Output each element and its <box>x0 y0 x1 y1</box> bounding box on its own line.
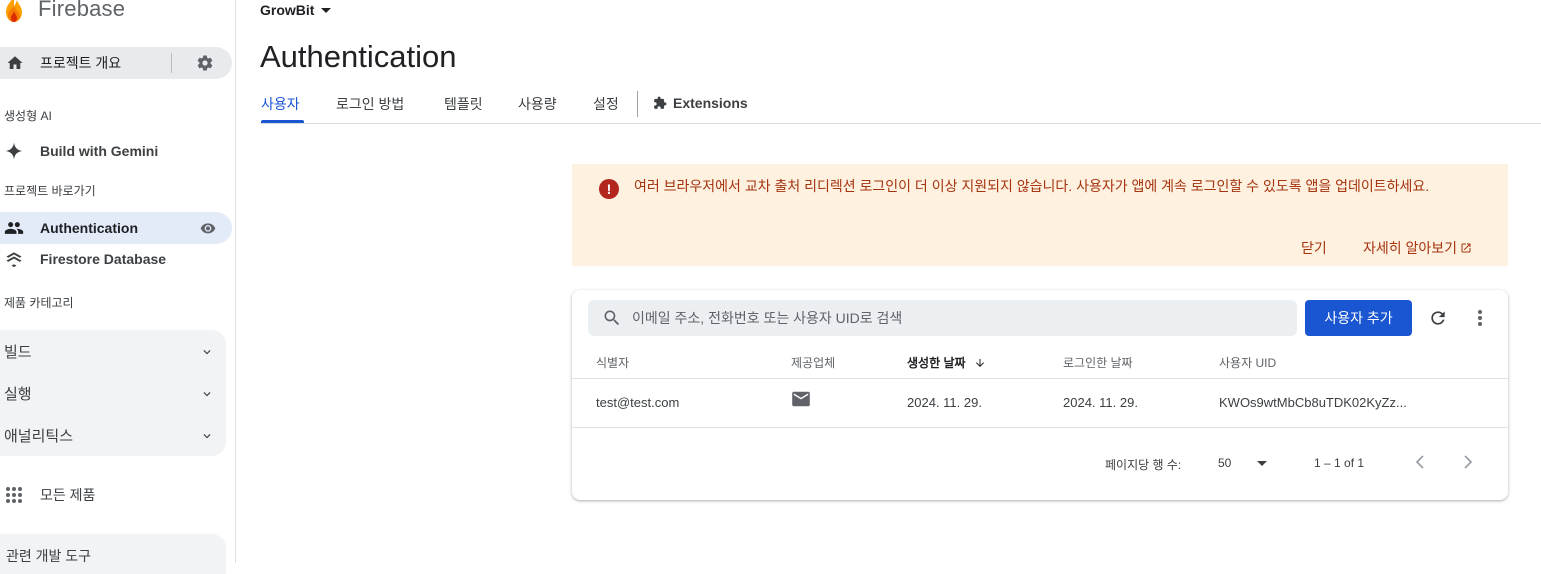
rows-per-page-label: 페이지당 행 수: <box>1105 458 1182 472</box>
section-label-shortcuts: 프로젝트 바로가기 <box>4 184 96 198</box>
banner-close-button[interactable]: 닫기 <box>1301 238 1327 258</box>
banner-learn-more-link[interactable]: 자세히 알아보기 <box>1363 238 1472 258</box>
column-header-created-label: 생성한 날짜 <box>907 356 966 370</box>
tab-usage[interactable]: 사용량 <box>518 94 557 114</box>
table-row-divider <box>572 427 1508 428</box>
dev-tools-section[interactable]: 관련 개발 도구 <box>0 534 226 574</box>
search-bar[interactable] <box>588 300 1297 336</box>
tab-divider <box>637 91 638 117</box>
rows-per-page-select[interactable]: 50 <box>1218 456 1268 470</box>
mail-icon <box>792 391 810 407</box>
tab-settings[interactable]: 설정 <box>593 94 619 114</box>
project-name: GrowBit <box>260 2 315 18</box>
tab-users[interactable]: 사용자 <box>261 94 300 114</box>
sidebar-item-label: Authentication <box>40 220 138 236</box>
dev-tools-label: 관련 개발 도구 <box>6 548 92 564</box>
caret-down-icon <box>1257 460 1268 466</box>
project-overview-item[interactable]: 프로젝트 개요 <box>0 47 232 79</box>
sidebar-item-build-with-gemini[interactable]: Build with Gemini <box>0 135 232 167</box>
all-products-item[interactable]: 모든 제품 <box>0 480 95 510</box>
all-products-label: 모든 제품 <box>40 487 96 503</box>
warning-banner: ! 여러 브라우저에서 교차 출처 리디렉션 로그인이 더 이상 지원되지 않습… <box>572 164 1508 266</box>
section-label-categories: 제품 카테고리 <box>4 296 74 310</box>
section-label-genai: 생성형 AI <box>4 109 52 123</box>
category-label: 빌드 <box>4 343 32 361</box>
overview-divider <box>171 53 172 73</box>
learn-more-label: 자세히 알아보기 <box>1363 240 1458 256</box>
project-overview-label: 프로젝트 개요 <box>40 55 122 71</box>
column-header-provider: 제공업체 <box>791 356 836 370</box>
tab-extensions[interactable]: Extensions <box>653 95 748 111</box>
tab-sign-in-method[interactable]: 로그인 방법 <box>336 94 404 114</box>
cell-uid[interactable]: KWOs9wtMbCb8uTDK02KyZz... <box>1219 395 1407 410</box>
banner-message: 여러 브라우저에서 교차 출처 리디렉션 로그인이 더 이상 지원되지 않습니다… <box>634 178 1430 194</box>
search-icon <box>604 310 620 326</box>
search-input[interactable] <box>632 310 1272 326</box>
caret-down-icon <box>321 7 332 13</box>
column-header-created[interactable]: 생성한 날짜 <box>907 354 986 371</box>
column-header-identifier: 식별자 <box>596 356 630 370</box>
table-header-divider <box>572 378 1508 379</box>
extensions-label: Extensions <box>673 95 748 111</box>
open-in-new-icon <box>1461 243 1471 253</box>
extensions-icon <box>654 96 667 109</box>
sidebar-item-authentication[interactable]: Authentication <box>0 212 232 244</box>
chevron-right-icon[interactable] <box>1462 454 1474 470</box>
home-icon <box>7 56 23 69</box>
people-icon <box>4 218 24 238</box>
category-label: 실행 <box>4 385 32 403</box>
tab-bar: 사용자 로그인 방법 템플릿 사용량 설정 Extensions <box>260 86 1541 124</box>
category-analytics[interactable]: 애널리틱스 <box>0 414 226 456</box>
pagination-range: 1 – 1 of 1 <box>1314 456 1365 470</box>
project-selector[interactable]: GrowBit <box>260 2 332 18</box>
refresh-icon[interactable] <box>1428 308 1448 328</box>
tab-templates[interactable]: 템플릿 <box>444 94 483 114</box>
eye-icon[interactable] <box>200 220 216 236</box>
rows-per-page-value: 50 <box>1218 456 1232 470</box>
firebase-logo[interactable]: Firebase <box>0 0 125 24</box>
error-icon: ! <box>599 179 619 199</box>
apps-grid-icon <box>6 487 22 503</box>
chevron-left-icon[interactable] <box>1414 454 1426 470</box>
category-build[interactable]: 빌드 <box>0 330 226 372</box>
category-label: 애널리틱스 <box>4 427 74 445</box>
chevron-down-icon <box>203 434 211 439</box>
firestore-icon <box>4 249 24 269</box>
cell-created: 2024. 11. 29. <box>907 395 982 410</box>
sidebar-item-label: Build with Gemini <box>40 143 159 159</box>
gear-icon[interactable] <box>196 54 214 72</box>
column-header-uid: 사용자 UID <box>1219 356 1277 370</box>
chevron-down-icon <box>203 350 211 355</box>
sidebar: Firebase 프로젝트 개요 생성형 AI Build with Gemin… <box>0 0 236 574</box>
chevron-down-icon <box>203 392 211 397</box>
cell-signed-in: 2024. 11. 29. <box>1063 395 1138 410</box>
column-header-signed-in: 로그인한 날짜 <box>1063 356 1133 370</box>
main-content: GrowBit Authentication 사용자 로그인 방법 템플릿 사용… <box>237 0 1541 563</box>
brand-name: Firebase <box>38 0 126 21</box>
arrow-down-icon <box>975 358 984 367</box>
more-options-icon[interactable] <box>1476 308 1484 328</box>
category-run[interactable]: 실행 <box>0 372 226 414</box>
firebase-flame-icon <box>6 0 22 22</box>
users-card: 사용자 추가 식별자 제공업체 생성한 날짜 로그인한 날짜 사용자 UID t… <box>572 290 1508 500</box>
sidebar-item-firestore[interactable]: Firestore Database <box>0 243 232 275</box>
active-tab-indicator <box>261 120 304 123</box>
sparkle-icon <box>4 141 24 161</box>
add-user-button[interactable]: 사용자 추가 <box>1305 300 1412 336</box>
sidebar-item-label: Firestore Database <box>40 251 167 267</box>
page-title: Authentication <box>260 39 457 74</box>
cell-identifier: test@test.com <box>596 395 680 410</box>
